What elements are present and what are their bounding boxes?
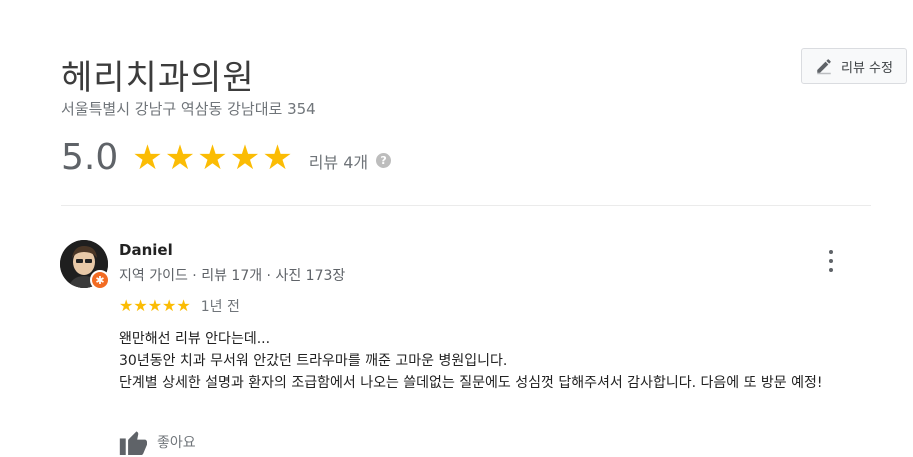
edit-review-button[interactable]: 리뷰 수정 bbox=[801, 48, 907, 84]
review-text-line: 단계별 상세한 설명과 환자의 조급함에서 나오는 쓸데없는 질문에도 성심껏 … bbox=[119, 375, 823, 391]
review-text-line: 30년동안 치과 무서워 안갔던 트라우마를 깨준 고마운 병원입니다. bbox=[119, 353, 508, 369]
local-guide-badge-icon: ✱ bbox=[90, 270, 110, 290]
review-author[interactable]: Daniel bbox=[119, 241, 173, 259]
help-icon[interactable]: ? bbox=[376, 153, 392, 168]
review-text: 왠만해선 리뷰 안다는데... 30년동안 치과 무서워 안갔던 트라우마를 깨… bbox=[119, 328, 859, 394]
star-icon: ★ bbox=[147, 296, 163, 315]
pencil-icon bbox=[817, 59, 831, 75]
review-count[interactable]: 리뷰 4개 bbox=[309, 149, 368, 173]
star-icon: ★ bbox=[164, 137, 196, 178]
review-rating: ★ ★ ★ ★ ★ 1년 전 bbox=[119, 296, 240, 316]
place-name: 헤리치과의원 bbox=[61, 58, 255, 98]
star-icon: ★ bbox=[133, 296, 148, 315]
section-divider bbox=[61, 205, 871, 206]
place-address: 서울특별시 강남구 역삼동 강남대로 354 bbox=[61, 100, 316, 118]
more-vert-icon[interactable] bbox=[822, 250, 840, 272]
star-icon: ★ bbox=[197, 137, 228, 178]
star-icon: ★ bbox=[262, 137, 293, 178]
rating-value: 5.0 bbox=[61, 137, 119, 178]
thumbs-up-icon bbox=[119, 431, 147, 455]
star-icon: ★ bbox=[132, 137, 163, 178]
review-date: 1년 전 bbox=[200, 299, 240, 315]
rating-stars: ★ ★ ★ ★ ★ bbox=[132, 141, 292, 175]
rating-summary: 5.0 ★ ★ ★ ★ ★ 리뷰 4개 ? bbox=[61, 137, 392, 178]
review-author-meta[interactable]: 지역 가이드 · 리뷰 17개 · 사진 173장 bbox=[119, 265, 345, 285]
star-icon: ★ bbox=[162, 296, 177, 315]
edit-review-label: 리뷰 수정 bbox=[841, 60, 893, 76]
star-icon: ★ bbox=[176, 296, 191, 315]
star-icon: ★ bbox=[229, 137, 261, 178]
like-label: 좋아요 bbox=[157, 435, 196, 451]
star-icon: ★ bbox=[119, 296, 134, 315]
review-text-line: 왠만해선 리뷰 안다는데... bbox=[119, 331, 271, 347]
like-button[interactable]: 좋아요 bbox=[119, 429, 196, 455]
